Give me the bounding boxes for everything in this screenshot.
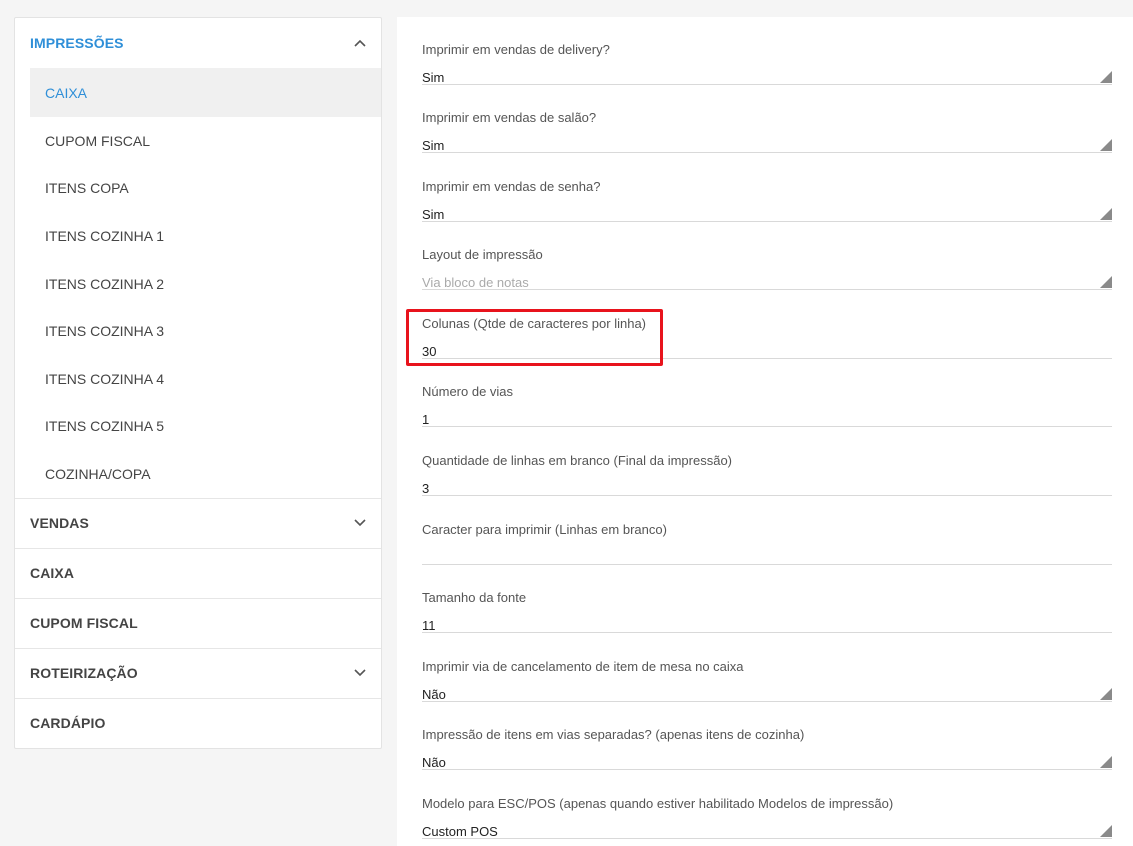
impressoes-submenu: CAIXA CUPOM FISCAL ITENS COPA ITENS COZI… <box>15 68 381 498</box>
section-caixa[interactable]: CAIXA <box>15 547 381 598</box>
field-label: Impressão de itens em vias separadas? (a… <box>422 727 805 742</box>
section-roteirizacao[interactable]: ROTEIRIZAÇÃO <box>15 647 381 698</box>
select-value[interactable]: Via bloco de notas <box>422 275 529 290</box>
field-colunas[interactable]: Colunas (Qtde de caracteres por linha) 3… <box>422 291 1112 359</box>
field-label: Imprimir em vendas de salão? <box>422 110 597 125</box>
field-numero-vias[interactable]: Número de vias 1 <box>422 359 1112 427</box>
section-label: CUPOM FISCAL <box>30 615 138 632</box>
section-label: VENDAS <box>30 515 89 532</box>
field-label: Número de vias <box>422 384 514 399</box>
submenu-item-itens-copa[interactable]: ITENS COPA <box>30 165 381 213</box>
field-imprimir-salao[interactable]: Imprimir em vendas de salão? Sim <box>422 85 1112 153</box>
submenu-item-cupom-fiscal[interactable]: CUPOM FISCAL <box>30 117 381 165</box>
field-via-cancelamento[interactable]: Imprimir via de cancelamento de item de … <box>422 634 1112 702</box>
field-label: Tamanho da fonte <box>422 590 527 605</box>
submenu-item-itens-cozinha-2[interactable]: ITENS COZINHA 2 <box>30 260 381 308</box>
dropdown-arrow-icon[interactable] <box>1100 208 1112 220</box>
section-cupom-fiscal[interactable]: CUPOM FISCAL <box>15 597 381 648</box>
field-linhas-branco[interactable]: Quantidade de linhas em branco (Final da… <box>422 428 1112 496</box>
field-layout-impressao[interactable]: Layout de impressão Via bloco de notas <box>422 222 1112 290</box>
select-value[interactable]: Não <box>422 687 446 702</box>
field-label: Imprimir em vendas de senha? <box>422 179 601 194</box>
tamanho-fonte-input[interactable]: 11 <box>422 618 436 633</box>
field-label: Colunas (Qtde de caracteres por linha) <box>422 316 647 331</box>
settings-form-panel: Imprimir em vendas de delivery? Sim Impr… <box>397 17 1133 846</box>
select-value[interactable]: Sim <box>422 70 444 85</box>
chevron-down-icon[interactable] <box>353 516 367 530</box>
field-vias-separadas[interactable]: Impressão de itens em vias separadas? (a… <box>422 702 1112 770</box>
field-modelo-escpos[interactable]: Modelo para ESC/POS (apenas quando estiv… <box>422 771 1112 839</box>
settings-sidebar: IMPRESSÕES CAIXA CUPOM FISCAL ITENS COPA… <box>14 17 382 749</box>
section-label: CARDÁPIO <box>30 715 106 732</box>
field-imprimir-delivery[interactable]: Imprimir em vendas de delivery? Sim <box>422 17 1112 85</box>
linhas-branco-input[interactable]: 3 <box>422 481 429 496</box>
section-label: CAIXA <box>30 565 75 582</box>
submenu-item-caixa[interactable]: CAIXA <box>30 68 381 117</box>
field-label: Imprimir via de cancelamento de item de … <box>422 659 744 674</box>
field-label: Imprimir em vendas de delivery? <box>422 42 610 57</box>
select-value[interactable]: Sim <box>422 207 444 222</box>
field-label: Layout de impressão <box>422 247 543 262</box>
field-tamanho-fonte[interactable]: Tamanho da fonte 11 <box>422 565 1112 633</box>
field-caracter-imprimir[interactable]: Caracter para imprimir (Linhas em branco… <box>422 497 1112 565</box>
colunas-input[interactable]: 30 <box>422 344 436 359</box>
dropdown-arrow-icon[interactable] <box>1100 71 1112 83</box>
dropdown-arrow-icon[interactable] <box>1100 139 1112 151</box>
section-vendas[interactable]: VENDAS <box>15 497 381 548</box>
chevron-up-icon[interactable] <box>353 36 367 50</box>
chevron-down-icon[interactable] <box>353 666 367 680</box>
field-label: Quantidade de linhas em branco (Final da… <box>422 453 733 468</box>
section-impressoes[interactable]: IMPRESSÕES <box>15 18 381 68</box>
section-cardapio[interactable]: CARDÁPIO <box>15 697 381 748</box>
select-value[interactable]: Sim <box>422 138 444 153</box>
field-label: Caracter para imprimir (Linhas em branco… <box>422 522 667 537</box>
select-value[interactable]: Não <box>422 755 446 770</box>
numero-vias-input[interactable]: 1 <box>422 412 429 427</box>
submenu-item-itens-cozinha-4[interactable]: ITENS COZINHA 4 <box>30 355 381 403</box>
dropdown-arrow-icon[interactable] <box>1100 688 1112 700</box>
dropdown-arrow-icon[interactable] <box>1100 276 1112 288</box>
submenu-item-cozinha-copa[interactable]: COZINHA/COPA <box>30 450 381 498</box>
section-label: IMPRESSÕES <box>30 35 124 51</box>
field-imprimir-senha[interactable]: Imprimir em vendas de senha? Sim <box>422 154 1112 222</box>
field-label: Modelo para ESC/POS (apenas quando estiv… <box>422 796 894 811</box>
dropdown-arrow-icon[interactable] <box>1100 825 1112 837</box>
submenu-item-itens-cozinha-5[interactable]: ITENS COZINHA 5 <box>30 403 381 451</box>
select-value[interactable]: Custom POS <box>422 824 498 839</box>
submenu-item-itens-cozinha-3[interactable]: ITENS COZINHA 3 <box>30 307 381 355</box>
section-label: ROTEIRIZAÇÃO <box>30 665 138 682</box>
dropdown-arrow-icon[interactable] <box>1100 756 1112 768</box>
submenu-item-itens-cozinha-1[interactable]: ITENS COZINHA 1 <box>30 212 381 260</box>
